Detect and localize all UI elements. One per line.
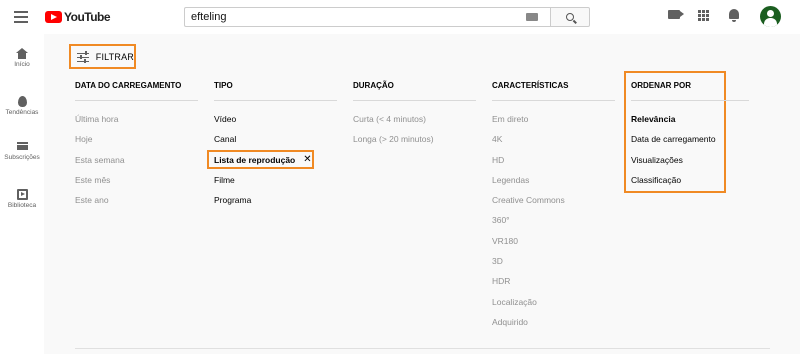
sort-option[interactable]: Visualizações xyxy=(631,154,683,166)
filter-option[interactable]: 360° xyxy=(492,214,510,226)
filter-button[interactable]: FILTRAR xyxy=(69,44,136,69)
search-bar xyxy=(184,7,590,27)
search-input[interactable] xyxy=(184,7,550,27)
keyboard-icon[interactable] xyxy=(526,13,538,21)
top-bar: YouTube xyxy=(0,0,800,34)
filter-option[interactable]: Este mês xyxy=(75,174,110,186)
selected-filter-playlist[interactable]: Lista de reprodução ✕ xyxy=(207,150,314,169)
filter-option[interactable]: Localização xyxy=(492,296,537,308)
subscriptions-icon xyxy=(16,142,28,152)
filter-column-duration: DURAÇÃO Curta (< 4 minutos) Longa (> 20 … xyxy=(353,80,476,144)
youtube-play-icon xyxy=(45,11,62,23)
create-video-icon[interactable] xyxy=(668,10,684,19)
filter-option[interactable]: Creative Commons xyxy=(492,194,565,206)
filter-option[interactable]: HD xyxy=(492,154,504,166)
search-icon xyxy=(566,13,574,21)
filter-option[interactable]: Canal xyxy=(214,133,236,145)
sort-option[interactable]: Relevância xyxy=(631,113,675,125)
avatar[interactable] xyxy=(760,6,781,27)
sidebar-item-subscriptions[interactable]: Subscrições xyxy=(0,142,44,161)
sidebar-item-label: Biblioteca xyxy=(7,202,37,209)
sidebar-item-home[interactable]: Início xyxy=(0,48,44,68)
filter-option[interactable]: 4K xyxy=(492,133,502,145)
selected-filter-label: Lista de reprodução xyxy=(214,154,296,165)
filter-column-sort-by: ORDENAR POR Relevância Data de carregame… xyxy=(631,80,749,185)
sort-option[interactable]: Data de carregamento xyxy=(631,133,716,145)
notifications-icon[interactable] xyxy=(729,9,739,22)
filter-option[interactable]: Em direto xyxy=(492,113,528,125)
column-heading: DATA DO CARREGAMENTO xyxy=(75,81,182,90)
divider xyxy=(75,348,770,349)
home-icon xyxy=(16,48,28,59)
filter-option[interactable]: Legendas xyxy=(492,174,529,186)
filter-option[interactable]: Esta semana xyxy=(75,154,125,166)
sidebar-item-library[interactable]: Biblioteca xyxy=(0,189,44,209)
youtube-logo[interactable]: YouTube xyxy=(45,10,111,24)
sidebar: Início Tendências Subscrições Biblioteca xyxy=(0,34,44,354)
sidebar-item-label: Tendências xyxy=(5,109,39,116)
filter-option[interactable]: Última hora xyxy=(75,113,118,125)
library-icon xyxy=(16,189,28,200)
filter-option[interactable]: HDR xyxy=(492,275,510,287)
filter-option[interactable]: Curta (< 4 minutos) xyxy=(353,113,426,125)
sidebar-item-label: Subscrições xyxy=(4,154,40,161)
sidebar-item-trending[interactable]: Tendências xyxy=(0,96,44,116)
filter-option[interactable]: Este ano xyxy=(75,194,109,206)
logo-text: YouTube xyxy=(64,10,111,24)
close-icon[interactable]: ✕ xyxy=(303,154,311,165)
filter-option[interactable]: Vídeo xyxy=(214,113,236,125)
apps-icon[interactable] xyxy=(698,10,709,21)
filter-label: FILTRAR xyxy=(95,51,134,62)
filter-column-upload-date: DATA DO CARREGAMENTO Última hora Hoje Es… xyxy=(75,80,198,205)
column-heading: CARACTERÍSTICAS xyxy=(492,81,569,90)
filter-option[interactable]: Filme xyxy=(214,174,235,186)
filter-option[interactable]: Longa (> 20 minutos) xyxy=(353,133,434,145)
filter-column-type: TIPO Vídeo Canal Filme Programa xyxy=(214,80,337,205)
filter-option[interactable]: Hoje xyxy=(75,133,92,145)
sort-option[interactable]: Classificação xyxy=(631,174,681,186)
column-heading: DURAÇÃO xyxy=(353,81,394,90)
filter-option[interactable]: 3D xyxy=(492,255,503,267)
column-heading: TIPO xyxy=(214,81,233,90)
filter-option[interactable]: VR180 xyxy=(492,235,518,247)
search-button[interactable] xyxy=(550,7,590,27)
menu-icon[interactable] xyxy=(14,11,28,23)
filter-option[interactable]: Adquirido xyxy=(492,316,528,328)
trending-icon xyxy=(17,96,27,107)
filter-option[interactable]: Programa xyxy=(214,194,251,206)
column-heading: ORDENAR POR xyxy=(631,81,692,90)
sidebar-item-label: Início xyxy=(14,61,30,68)
tune-icon xyxy=(77,50,89,63)
filter-column-features: CARACTERÍSTICAS Em direto 4K HD Legendas… xyxy=(492,80,615,327)
